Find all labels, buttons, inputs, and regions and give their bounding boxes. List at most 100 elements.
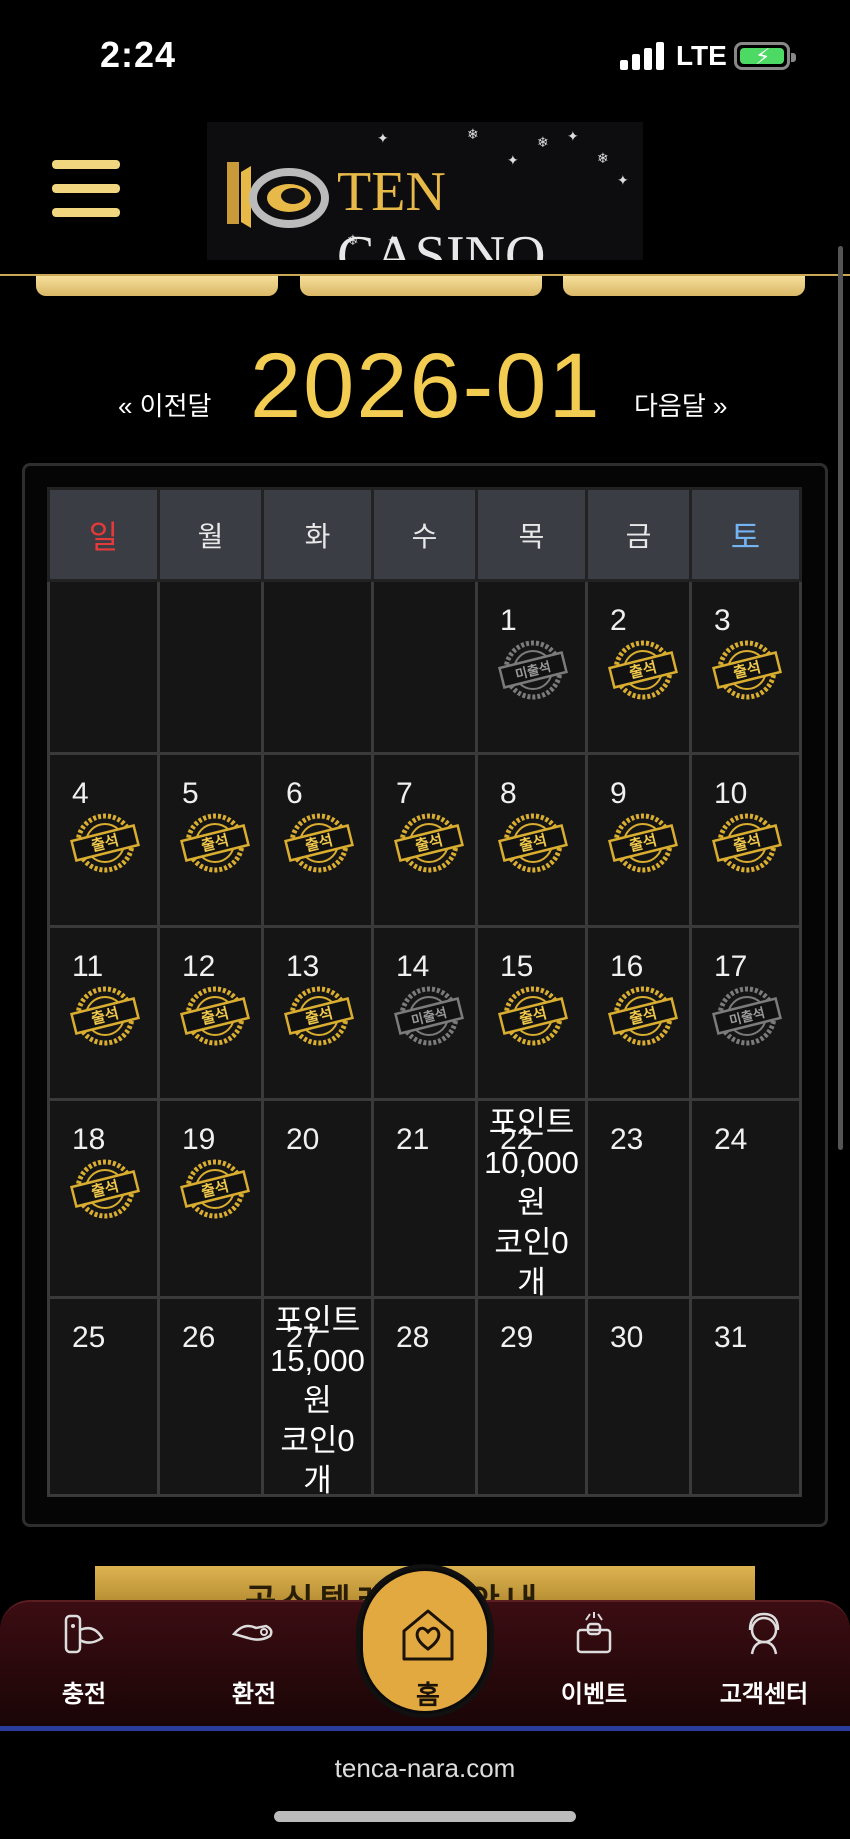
- calendar-day-cell[interactable]: 13 출석: [261, 925, 374, 1101]
- hamburger-menu-button[interactable]: [52, 160, 120, 220]
- nav-event[interactable]: 이벤트: [534, 1602, 654, 1728]
- reward-line: 원: [303, 1383, 332, 1418]
- next-month-link[interactable]: 다음달 »: [634, 386, 727, 423]
- attended-stamp-icon: 출석: [710, 811, 784, 875]
- day-number: 2: [610, 604, 627, 637]
- calendar-day-cell[interactable]: 14 미출석: [371, 925, 478, 1101]
- day-number: 14: [396, 950, 430, 983]
- day-number: 16: [610, 950, 644, 983]
- gift-icon: [576, 1612, 612, 1654]
- calendar-day-cell[interactable]: 27 포인트 15,000 원 코인0 개: [261, 1296, 374, 1498]
- calendar-day-cell[interactable]: 3 출석: [689, 579, 802, 755]
- day-number: 11: [72, 950, 104, 983]
- tab-pill-3[interactable]: [563, 276, 805, 296]
- status-time: 2:24: [100, 34, 177, 75]
- calendar-day-cell[interactable]: 6 출석: [261, 752, 374, 928]
- attendance-calendar: 일월화수목금토 1 미출석 2 출석 3 출석 4 출석 5 출석 6 출석 7 출석 8 출석 9 출석 10 출석…: [47, 487, 802, 1498]
- day-number: 3: [714, 604, 731, 637]
- attended-stamp-icon: 출석: [606, 638, 680, 702]
- prev-month-link[interactable]: « 이전달: [118, 386, 211, 423]
- day-number: 23: [610, 1123, 644, 1156]
- nav-event-label: 이벤트: [560, 1681, 628, 1708]
- calendar-day-cell[interactable]: 30: [585, 1296, 692, 1497]
- nav-charge-label: 충전: [61, 1681, 107, 1708]
- status-bar: 2:24 LTE ⚡: [0, 0, 850, 110]
- nav-support-label: 고객센터: [719, 1681, 809, 1708]
- calendar-day-cell[interactable]: 22 포인트 10,000 원 코인0 개: [475, 1098, 588, 1300]
- calendar-day-cell[interactable]: 24: [689, 1098, 802, 1299]
- calendar-day-cell[interactable]: [47, 579, 160, 755]
- attended-stamp-icon: 출석: [282, 984, 356, 1048]
- calendar-day-cell[interactable]: 25: [47, 1296, 160, 1497]
- reward-line: 포인트: [488, 1105, 575, 1140]
- reward-line: 원: [517, 1185, 546, 1220]
- home-heart-icon: [402, 1609, 454, 1661]
- attended-stamp-icon: 출석: [392, 811, 466, 875]
- calendar-day-cell[interactable]: 17 미출석: [689, 925, 802, 1101]
- network-label: LTE: [676, 40, 727, 71]
- calendar-day-cell[interactable]: 20: [261, 1098, 374, 1299]
- calendar-day-cell[interactable]: 11 출석: [47, 925, 160, 1101]
- attended-stamp-icon: 출석: [606, 984, 680, 1048]
- calendar-day-cell[interactable]: 26: [157, 1296, 264, 1497]
- calendar-day-cell[interactable]: 9 출석: [585, 752, 692, 928]
- calendar-day-cell[interactable]: 2 출석: [585, 579, 692, 755]
- day-number: 8: [500, 777, 517, 810]
- weekday-header: 일: [47, 487, 160, 582]
- calendar-day-cell[interactable]: 10 출석: [689, 752, 802, 928]
- calendar-day-cell[interactable]: 16 출석: [585, 925, 692, 1101]
- attended-stamp-icon: 출석: [496, 984, 570, 1048]
- nav-charge[interactable]: 충전: [24, 1602, 144, 1728]
- calendar-day-cell[interactable]: 15 출석: [475, 925, 588, 1101]
- missed-stamp-icon: 미출석: [392, 984, 466, 1048]
- weekday-header-row: 일월화수목금토: [47, 487, 802, 582]
- day-number: 4: [72, 777, 89, 810]
- calendar-week-row: 11 출석 12 출석 13 출석 14 미출석 15 출석 16 출석 17 미출석: [47, 925, 802, 1101]
- nav-exchange[interactable]: 환전: [194, 1602, 314, 1728]
- day-number: 19: [182, 1123, 216, 1156]
- calendar-day-cell[interactable]: 18 출석: [47, 1098, 160, 1299]
- ten-casino-logo[interactable]: ✦ ❄ ✦ ❄ ✦ ❄ ✦ ❄ ✦ ✦ TEN CASINO: [207, 122, 643, 260]
- calendar-day-cell[interactable]: [261, 579, 374, 755]
- calendar-day-cell[interactable]: 5 출석: [157, 752, 264, 928]
- attended-stamp-icon: 출석: [68, 811, 142, 875]
- calendar-day-cell[interactable]: 4 출석: [47, 752, 160, 928]
- calendar-day-cell[interactable]: 21: [371, 1098, 478, 1299]
- browser-url-bar: tenca-nara.com: [0, 1731, 850, 1839]
- page-scrollbar[interactable]: [838, 246, 843, 1150]
- attended-stamp-icon: 출석: [68, 984, 142, 1048]
- month-title: 2026-01: [250, 335, 602, 437]
- attended-stamp-icon: 출석: [178, 1157, 252, 1221]
- calendar-day-cell[interactable]: [371, 579, 478, 755]
- calendar-day-cell[interactable]: 23: [585, 1098, 692, 1299]
- calendar-week-row: 4 출석 5 출석 6 출석 7 출석 8 출석 9 출석 10 출석: [47, 752, 802, 928]
- calendar-day-cell[interactable]: 19 출석: [157, 1098, 264, 1299]
- calendar-day-cell[interactable]: [157, 579, 264, 755]
- reward-line: 코인0: [494, 1225, 569, 1260]
- calendar-day-cell[interactable]: 29: [475, 1296, 588, 1497]
- home-indicator[interactable]: [274, 1811, 576, 1822]
- calendar-day-cell[interactable]: 7 출석: [371, 752, 478, 928]
- calendar-day-cell[interactable]: 8 출석: [475, 752, 588, 928]
- weekday-header: 월: [157, 487, 264, 582]
- nav-support[interactable]: 고객센터: [704, 1602, 824, 1728]
- tab-pill-2[interactable]: [300, 276, 542, 296]
- tab-pill-1[interactable]: [36, 276, 278, 296]
- nav-home-button[interactable]: 홈: [360, 1568, 490, 1714]
- battery-icon: ⚡: [734, 42, 796, 70]
- day-number: 29: [500, 1321, 534, 1354]
- calendar-day-cell[interactable]: 31: [689, 1296, 802, 1497]
- reward-line: 10,000: [484, 1145, 579, 1180]
- calendar-day-cell[interactable]: 1 미출석: [475, 579, 588, 755]
- day-number: 5: [182, 777, 199, 810]
- day-number: 9: [610, 777, 627, 810]
- missed-stamp-icon: 미출석: [496, 638, 570, 702]
- calendar-day-cell[interactable]: 28: [371, 1296, 478, 1497]
- calendar-week-row: 1 미출석 2 출석 3 출석: [47, 579, 802, 755]
- logo-text: TEN CASINO: [337, 161, 546, 260]
- calendar-week-row: 25 26 27 포인트 15,000 원 코인0 개 28 29 30 31: [47, 1296, 802, 1498]
- url-text[interactable]: tenca-nara.com: [0, 1753, 850, 1784]
- day-number: 15: [500, 950, 534, 983]
- day-number: 28: [396, 1321, 430, 1354]
- calendar-day-cell[interactable]: 12 출석: [157, 925, 264, 1101]
